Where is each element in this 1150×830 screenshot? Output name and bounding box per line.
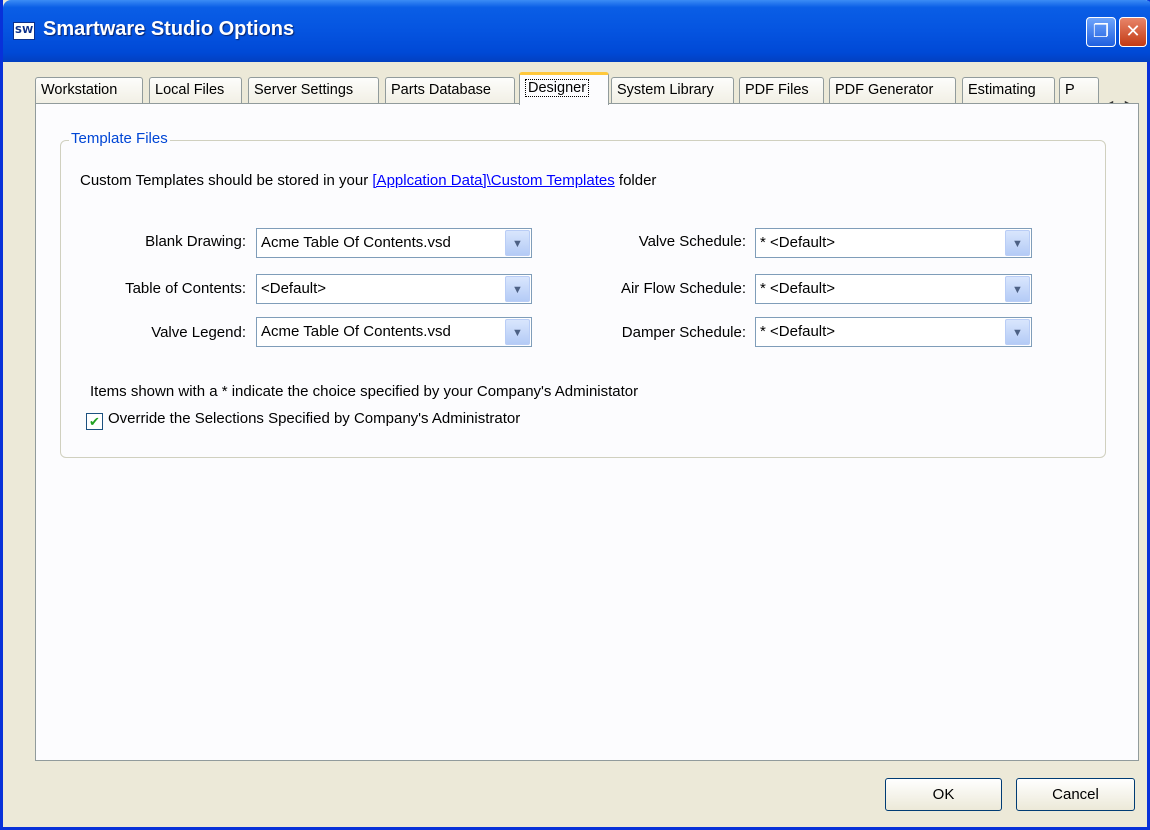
air-flow-schedule-select[interactable]: * <Default> ▼ (755, 274, 1032, 304)
chevron-down-icon[interactable]: ▼ (505, 230, 530, 256)
tab-estimating[interactable]: Estimating (962, 77, 1055, 104)
chevron-down-icon[interactable]: ▼ (1005, 230, 1030, 256)
blank-drawing-label: Blank Drawing: (145, 233, 246, 250)
valve-legend-value: Acme Table Of Contents.vsd (261, 323, 451, 340)
admin-note: Items shown with a * indicate the choice… (90, 383, 639, 400)
tab-workstation[interactable]: Workstation (35, 77, 143, 104)
app-icon: SW (13, 22, 35, 40)
tab-designer-label: Designer (525, 79, 590, 97)
table-of-contents-label: Table of Contents: (125, 280, 246, 297)
custom-templates-link[interactable]: [Applcation Data]\Custom Templates (372, 172, 614, 189)
override-row[interactable]: ✔ Override the Selections Specified by Co… (86, 410, 520, 430)
group-title: Template Files (69, 130, 170, 147)
table-of-contents-select[interactable]: <Default> ▼ (256, 274, 532, 304)
valve-legend-label: Valve Legend: (151, 324, 246, 341)
tab-designer[interactable]: Designer (519, 72, 609, 105)
damper-schedule-value: * <Default> (760, 323, 836, 340)
tab-system-library[interactable]: System Library (611, 77, 734, 104)
chevron-down-icon[interactable]: ▼ (505, 319, 530, 345)
tab-pdf-generator[interactable]: PDF Generator (829, 77, 956, 104)
valve-schedule-value: * <Default> (760, 234, 836, 251)
desc-suffix: folder (614, 172, 657, 189)
close-icon[interactable]: ✕ (1119, 17, 1147, 47)
chevron-down-icon[interactable]: ▼ (1005, 276, 1030, 302)
valve-legend-select[interactable]: Acme Table Of Contents.vsd ▼ (256, 317, 532, 347)
restore-icon[interactable]: ❐ (1086, 17, 1116, 47)
blank-drawing-value: Acme Table Of Contents.vsd (261, 234, 451, 251)
window-title: Smartware Studio Options (43, 18, 295, 40)
cancel-button[interactable]: Cancel (1016, 778, 1135, 811)
blank-drawing-select[interactable]: Acme Table Of Contents.vsd ▼ (256, 228, 532, 258)
designer-panel: Template Files Custom Templates should b… (35, 103, 1139, 761)
chevron-down-icon[interactable]: ▼ (505, 276, 530, 302)
tab-strip: Workstation Local Files Server Settings … (35, 72, 1150, 105)
chevron-down-icon[interactable]: ▼ (1005, 319, 1030, 345)
override-checkbox[interactable]: ✔ (86, 413, 103, 430)
options-window: SW Smartware Studio Options ❐ ✕ Workstat… (0, 0, 1150, 830)
table-of-contents-value: <Default> (261, 280, 327, 297)
tab-more[interactable]: P (1059, 77, 1099, 104)
title-bar[interactable]: SW Smartware Studio Options ❐ ✕ (3, 0, 1150, 62)
override-label[interactable]: Override the Selections Specified by Com… (108, 410, 520, 427)
valve-schedule-label: Valve Schedule: (638, 233, 746, 250)
desc-prefix: Custom Templates should be stored in you… (80, 172, 373, 189)
air-flow-schedule-label: Air Flow Schedule: (620, 280, 746, 297)
damper-schedule-label: Damper Schedule: (621, 324, 746, 341)
ok-button[interactable]: OK (885, 778, 1002, 811)
air-flow-schedule-value: * <Default> (760, 280, 836, 297)
valve-schedule-select[interactable]: * <Default> ▼ (755, 228, 1032, 258)
tab-parts-database[interactable]: Parts Database (385, 77, 515, 104)
templates-description: Custom Templates should be stored in you… (80, 172, 656, 189)
tab-local-files[interactable]: Local Files (149, 77, 242, 104)
tab-server-settings[interactable]: Server Settings (248, 77, 379, 104)
tab-pdf-files[interactable]: PDF Files (739, 77, 824, 104)
damper-schedule-select[interactable]: * <Default> ▼ (755, 317, 1032, 347)
